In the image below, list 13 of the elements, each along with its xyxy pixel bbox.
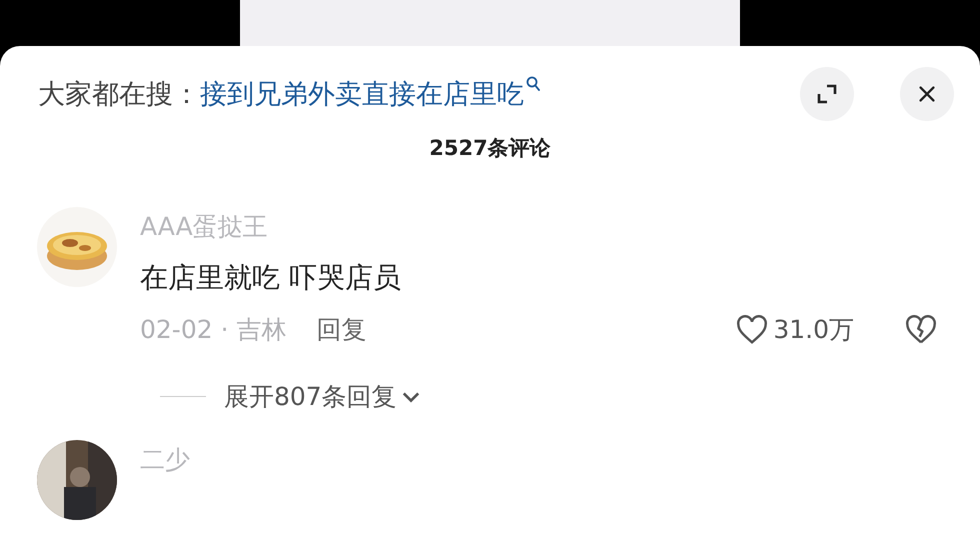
broken-heart-icon[interactable]: [904, 314, 938, 344]
comment-text: 在店里就吃 吓哭店员: [140, 260, 402, 296]
like-button[interactable]: 31.0万: [735, 313, 854, 346]
search-link[interactable]: 接到兄弟外卖直接在店里吃: [200, 76, 524, 112]
reply-button[interactable]: 回复: [316, 313, 366, 346]
search-label: 大家都在搜：: [38, 78, 200, 112]
chevron-down-icon: [400, 390, 421, 402]
expand-replies-button[interactable]: 展开807条回复: [224, 380, 421, 413]
search-icon: [526, 76, 540, 92]
heart-icon: [735, 314, 770, 344]
expand-icon: [815, 82, 839, 106]
comment-date: 02-02 · 吉林: [140, 314, 286, 346]
comment-count: 2527条评论: [428, 135, 552, 162]
